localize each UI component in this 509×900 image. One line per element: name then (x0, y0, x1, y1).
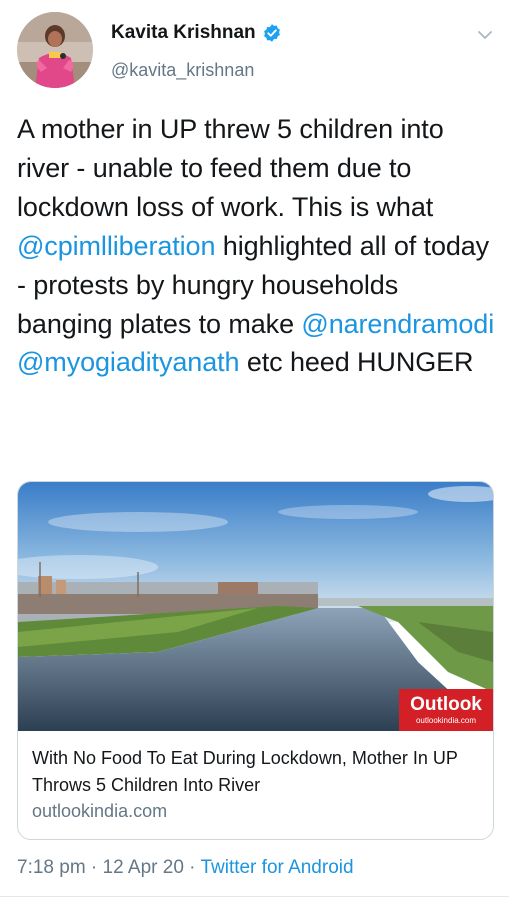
footer-separator: · (85, 857, 103, 878)
card-title[interactable]: With No Food To Eat During Lockdown, Mot… (32, 745, 482, 799)
tweet-text: A mother in UP threw 5 children into riv… (17, 110, 497, 382)
name-row: Kavita Krishnan (111, 22, 282, 44)
verified-badge-icon (263, 24, 280, 42)
mention-link[interactable]: @myogiadityanath (17, 347, 240, 377)
tweet-footer: 7:18 pm · 12 Apr 20 · Twitter for Androi… (17, 857, 354, 879)
tweet-text-segment: etc heed HUNGER (239, 347, 474, 378)
outlook-logo-text: Outlook (410, 694, 482, 715)
footer-separator: · (183, 857, 201, 878)
avatar[interactable] (17, 12, 93, 88)
card-image[interactable]: Outlook outlookindia.com (18, 482, 493, 731)
card-domain: outlookindia.com (32, 801, 168, 821)
tweet-date: 12 Apr 20 (102, 857, 184, 878)
tweet-header: Kavita Krishnan @kavita_krishnan (0, 0, 509, 100)
link-card[interactable]: Outlook outlookindia.com With No Food To… (17, 481, 494, 840)
divider (0, 896, 509, 897)
tweet-text-segment: A mother in UP threw 5 children into riv… (17, 114, 444, 222)
chevron-down-icon[interactable] (476, 26, 494, 44)
user-name[interactable]: Kavita Krishnan (111, 22, 256, 44)
mention-link[interactable]: @cpimlliberation (17, 231, 215, 261)
outlook-logo-subtext: outlookindia.com (416, 716, 476, 725)
tweet-time: 7:18 pm (17, 857, 86, 878)
tweet-source-link[interactable]: Twitter for Android (200, 857, 353, 878)
mention-link[interactable]: @narendramodi (301, 309, 494, 339)
user-handle[interactable]: @kavita_krishnan (111, 60, 254, 81)
